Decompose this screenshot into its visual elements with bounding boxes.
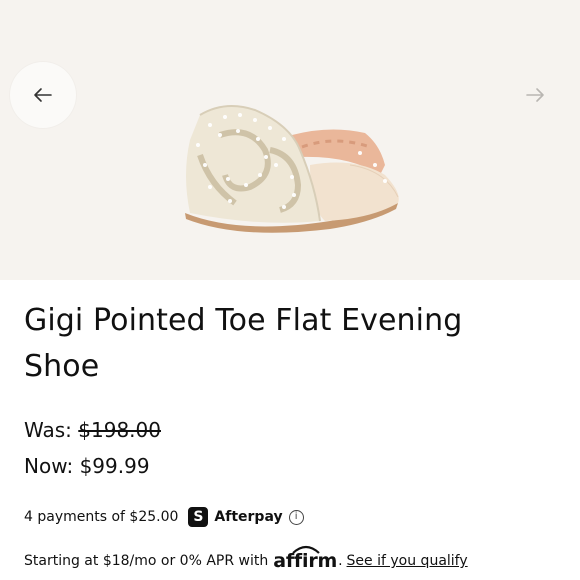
arrow-right-icon <box>526 88 544 102</box>
next-image-button[interactable] <box>502 62 568 128</box>
see-if-you-qualify-link[interactable]: See if you qualify <box>347 553 468 569</box>
info-icon[interactable]: i <box>288 509 304 525</box>
previous-image-button[interactable] <box>10 62 76 128</box>
was-label: Was: <box>24 418 72 442</box>
product-image <box>185 105 399 233</box>
afterpay-installment-text: 4 payments of $25.00 <box>24 509 179 525</box>
afterpay-installments: 4 payments of $25.00 S Afterpay i <box>24 505 304 529</box>
was-price-line: Was: $198.00 <box>24 416 161 444</box>
now-label: Now: <box>24 454 74 478</box>
sale-price: $99.99 <box>79 454 150 478</box>
product-title: Gigi Pointed Toe Flat Evening Shoe <box>24 303 463 384</box>
now-price-line: Now: $99.99 <box>24 452 150 480</box>
affirm-prefix-text: Starting at $18/mo or 0% APR with <box>24 553 269 569</box>
affirm-financing: Starting at $18/mo or 0% APR with affirm… <box>24 545 468 574</box>
affirm-arc-icon <box>292 545 320 554</box>
afterpay-brand: Afterpay <box>214 509 283 525</box>
arrow-left-icon <box>34 88 52 102</box>
afterpay-logo-icon: S <box>188 507 209 527</box>
affirm-logo: affirm <box>273 545 337 572</box>
affirm-suffix: . <box>338 553 343 569</box>
original-price: $198.00 <box>78 418 161 442</box>
product-image-gallery <box>0 0 580 280</box>
